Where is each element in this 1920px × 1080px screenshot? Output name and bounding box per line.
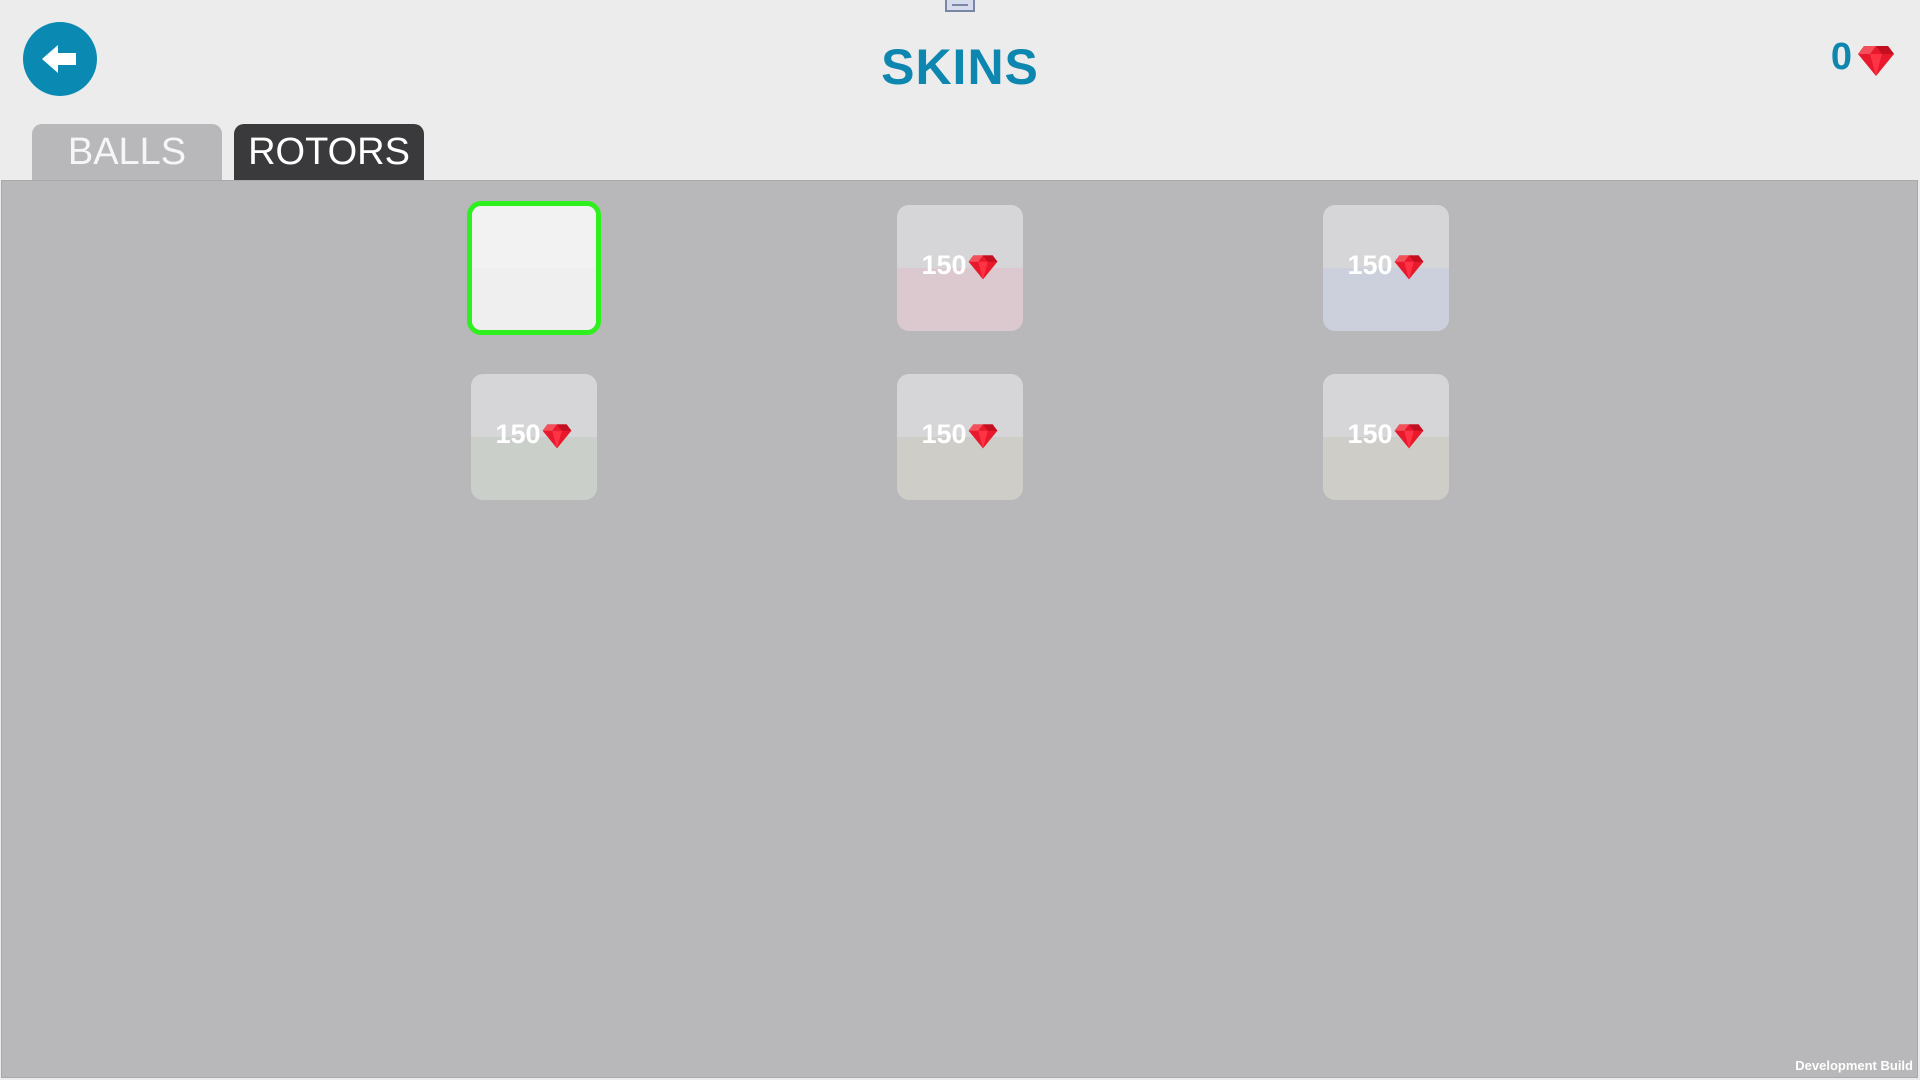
gem-icon xyxy=(1394,255,1423,280)
development-build-label: Development Build xyxy=(1795,1058,1913,1073)
gem-balance: 0 xyxy=(1831,36,1896,79)
gem-icon xyxy=(968,255,997,280)
gem-icon xyxy=(1394,424,1423,449)
gem-icon xyxy=(1858,45,1894,76)
skin-item[interactable]: 150 xyxy=(897,205,1023,331)
skin-item-selected[interactable] xyxy=(467,201,601,335)
skin-preview-top xyxy=(472,206,596,268)
skin-price: 150 xyxy=(897,418,1023,450)
skin-price: 150 xyxy=(1323,418,1449,450)
skin-price: 150 xyxy=(1323,249,1449,281)
skin-item[interactable]: 150 xyxy=(1323,205,1449,331)
skin-price-value: 150 xyxy=(1347,418,1393,449)
skin-price-value: 150 xyxy=(1347,249,1393,280)
tab-rotors[interactable]: ROTORS xyxy=(234,124,424,180)
skin-item[interactable]: 150 xyxy=(897,374,1023,500)
skin-price-value: 150 xyxy=(495,418,541,449)
skin-item[interactable]: 150 xyxy=(471,374,597,500)
tab-bar: BALLS ROTORS xyxy=(32,124,424,180)
skin-price: 150 xyxy=(897,249,1023,281)
skin-price-value: 150 xyxy=(921,249,967,280)
gem-icon xyxy=(968,424,997,449)
gem-icon xyxy=(542,424,571,449)
skin-preview-bottom xyxy=(472,268,596,330)
page-title: SKINS xyxy=(881,39,1039,95)
top-handle[interactable] xyxy=(945,0,975,12)
skin-price-value: 150 xyxy=(921,418,967,449)
gem-balance-value: 0 xyxy=(1830,36,1852,78)
skin-price: 150 xyxy=(471,418,597,450)
tab-balls[interactable]: BALLS xyxy=(32,124,222,180)
skin-item[interactable]: 150 xyxy=(1323,374,1449,500)
skins-grid-panel: 150 150 150 150 150 Development Build xyxy=(1,180,1918,1078)
